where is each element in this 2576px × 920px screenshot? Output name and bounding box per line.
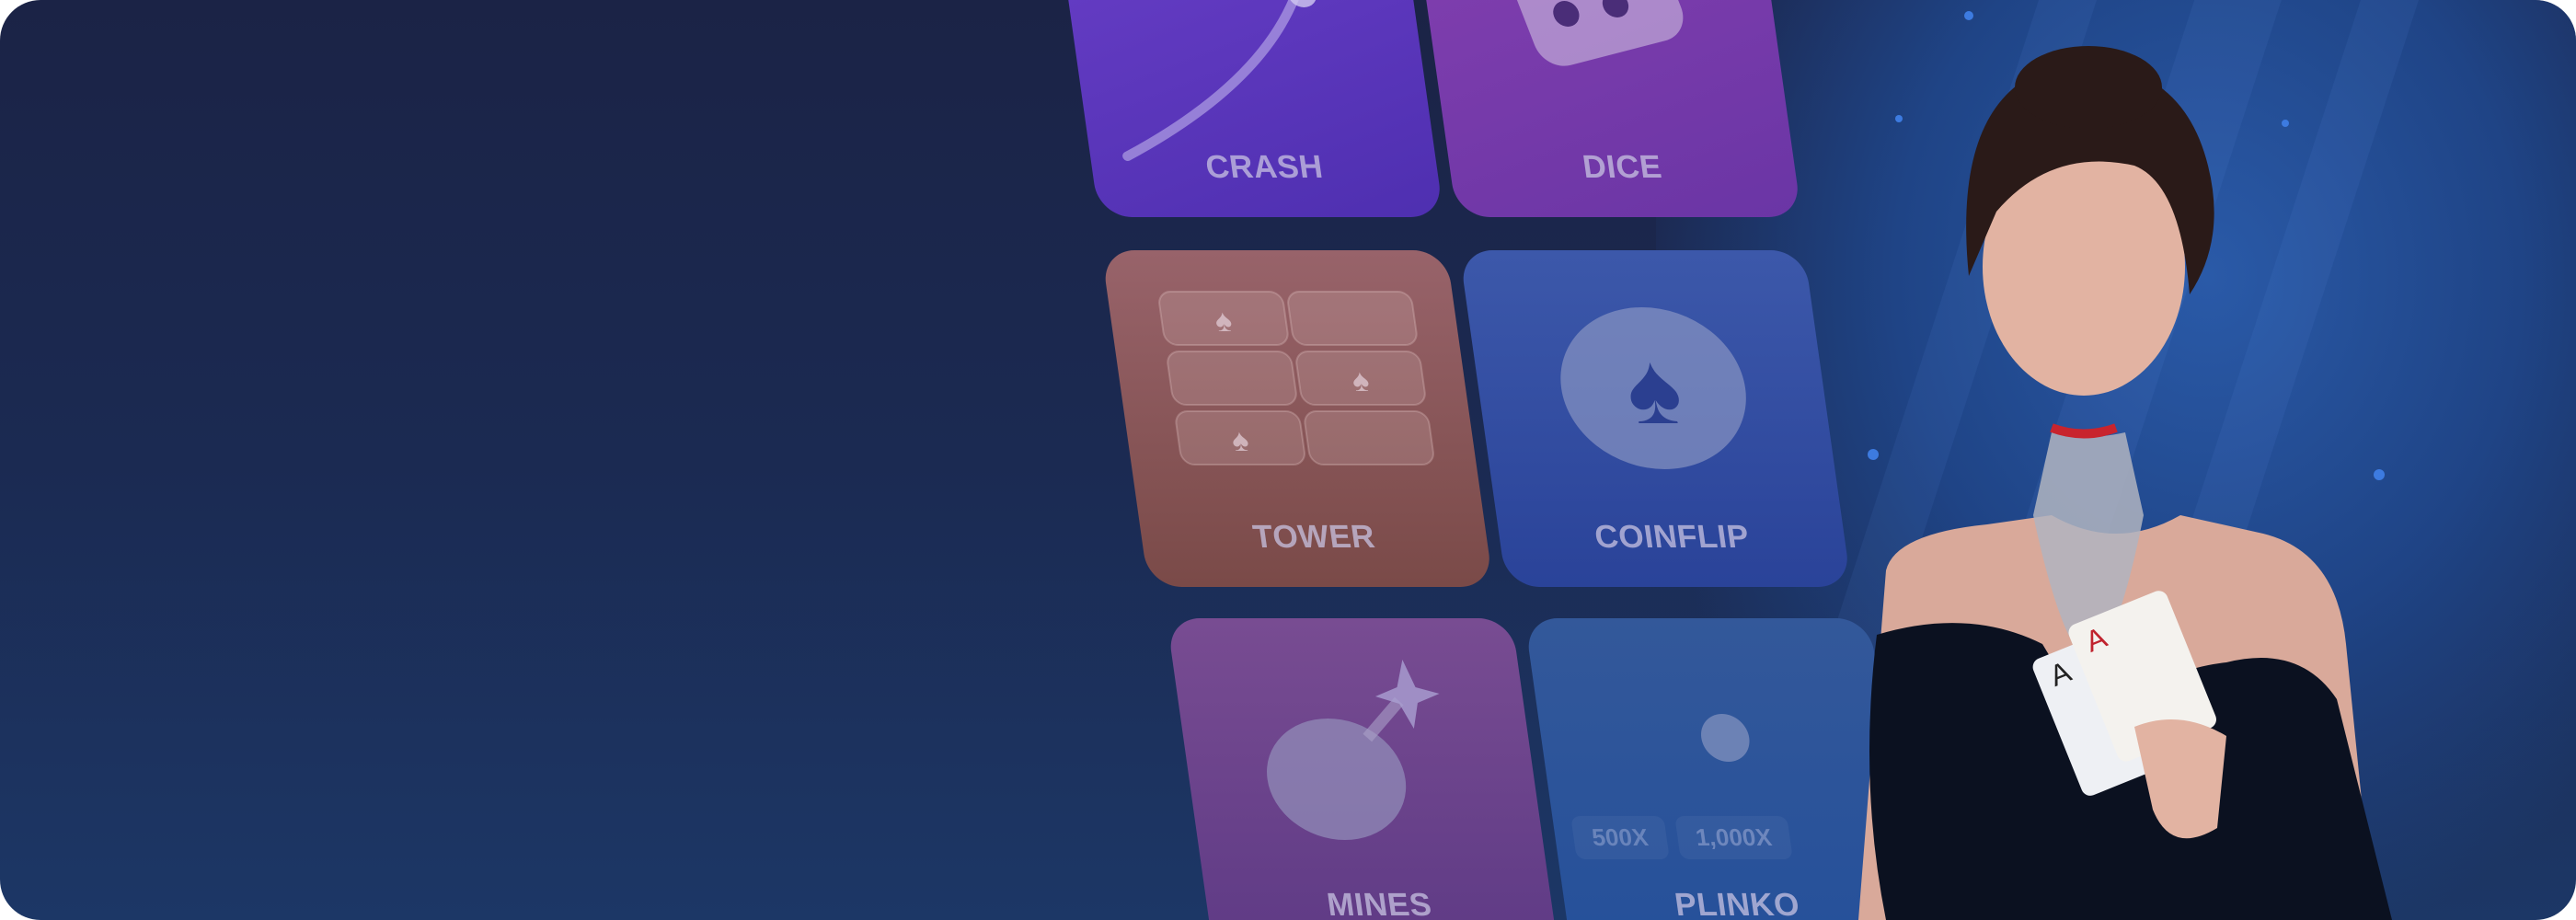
game-tile-mines[interactable]: MINES [1167, 618, 1559, 920]
game-tile-tower[interactable]: ♠ ♠ ♠ TOWER [1101, 250, 1494, 587]
bomb-icon [1267, 660, 1440, 840]
tile-label: CRASH [1203, 149, 1326, 185]
game-tile-dice[interactable]: DICE [1409, 0, 1802, 217]
multiplier-badge: 500X [1570, 816, 1670, 859]
dealer-woman-image: A A [1858, 46, 2392, 920]
tile-label: TOWER [1250, 519, 1378, 555]
tile-label: MINES [1324, 887, 1434, 920]
tile-label: DICE [1580, 149, 1664, 185]
promo-banner: CRASH DICE ♠ ♠ ♠ TOWER ♠ COINFLIP MINES … [0, 0, 2576, 920]
game-tile-crash[interactable]: CRASH [1052, 0, 1444, 217]
